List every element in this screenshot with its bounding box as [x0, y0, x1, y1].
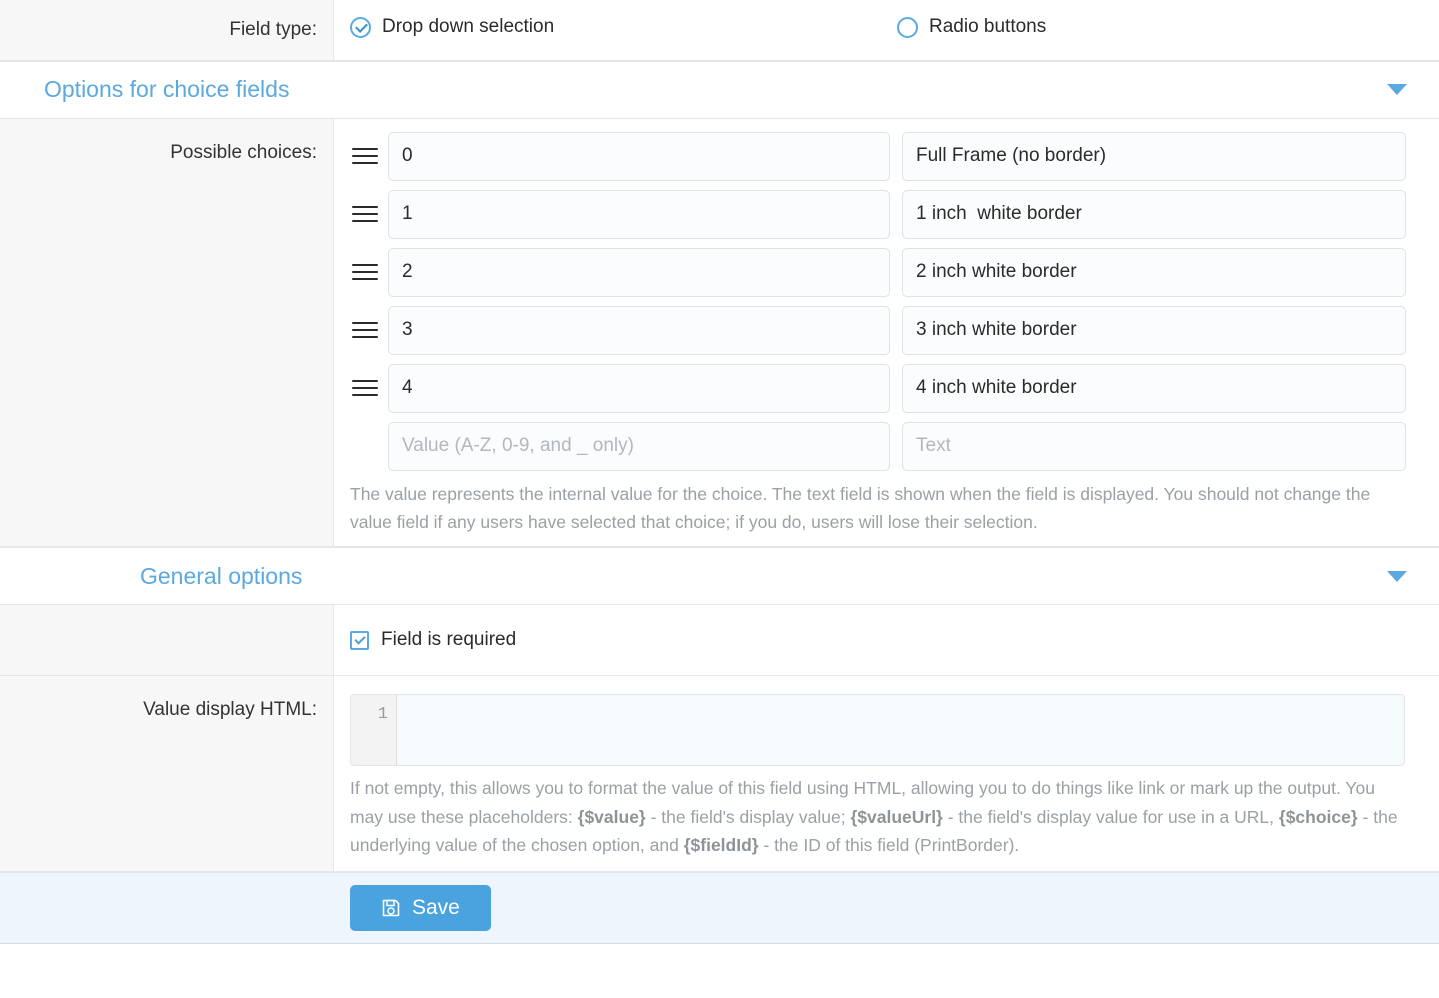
footer-actions: Save	[334, 885, 1439, 932]
choice-row-new	[350, 421, 1406, 471]
section-title-general-options: General options	[140, 562, 303, 589]
value-display-html-editor[interactable]: 1	[350, 694, 1405, 767]
choice-text-input[interactable]	[902, 131, 1406, 181]
footer-spacer	[0, 873, 334, 943]
drag-handle-icon[interactable]	[350, 380, 378, 397]
possible-choices-field: The value represents the internal value …	[334, 118, 1439, 547]
field-type-option-radio[interactable]: Radio buttons	[897, 16, 1046, 38]
field-required-spacer	[0, 605, 334, 676]
floppy-disk-icon	[381, 898, 401, 918]
choice-row	[350, 131, 1406, 181]
placeholder-token: {$value}	[577, 806, 646, 827]
save-button-label: Save	[412, 896, 460, 920]
choice-value-input[interactable]	[388, 189, 890, 239]
help-text-fragment: - the field's display value;	[645, 806, 851, 827]
radio-unchecked-icon[interactable]	[897, 16, 918, 38]
choice-value-input[interactable]	[388, 131, 890, 181]
choice-value-input[interactable]	[388, 247, 890, 297]
field-type-label: Field type:	[0, 0, 334, 60]
field-type-radio-group: Drop down selection Radio buttons	[350, 16, 1405, 38]
value-display-html-row: Value display HTML: 1 If not empty, this…	[0, 676, 1439, 873]
checkbox-checked-icon[interactable]	[350, 630, 369, 650]
possible-choices-help: The value represents the internal value …	[350, 483, 1371, 533]
value-display-html-label: Value display HTML:	[0, 676, 334, 872]
choice-text-input[interactable]	[902, 189, 1406, 239]
field-required-checkbox[interactable]: Field is required	[350, 629, 1405, 651]
radio-checked-icon[interactable]	[350, 16, 371, 38]
field-type-options: Drop down selection Radio buttons	[334, 0, 1439, 60]
possible-choices-row: Possible choices: 0 Full Frame (no borde…	[0, 118, 1439, 548]
placeholder-token: {$choice}	[1278, 806, 1358, 827]
code-input-area[interactable]	[397, 695, 1404, 766]
choice-text-input[interactable]	[902, 247, 1406, 297]
code-line-number: 1	[351, 695, 397, 766]
new-choice-value-input[interactable]	[388, 421, 890, 471]
drag-handle-icon[interactable]	[350, 148, 378, 165]
form-footer: Save	[0, 872, 1439, 945]
section-header-choice-fields[interactable]: Options for choice fields	[0, 60, 1439, 119]
new-choice-text-input[interactable]	[902, 421, 1406, 471]
field-settings-form: Field type: Drop down selection Radio bu…	[0, 0, 1439, 998]
possible-choices-label: Possible choices:	[0, 118, 334, 547]
help-text-fragment: - the field's display value for use in a…	[942, 806, 1279, 827]
choice-row	[350, 189, 1406, 239]
field-type-row: Field type: Drop down selection Radio bu…	[0, 0, 1439, 61]
section-header-general-options[interactable]: General options	[0, 547, 1439, 606]
value-display-html-help: If not empty, this allows you to format …	[350, 774, 1405, 859]
placeholder-token: {$fieldId}	[683, 835, 759, 856]
choice-row	[350, 305, 1406, 355]
choice-row	[350, 363, 1406, 413]
help-text-fragment: - the ID of this field (PrintBorder).	[758, 835, 1020, 856]
chevron-down-icon[interactable]	[1387, 570, 1407, 582]
choice-value-input[interactable]	[388, 305, 890, 355]
field-required-label: Field is required	[381, 629, 517, 651]
bottom-strip	[0, 944, 1439, 952]
choice-value-input[interactable]	[388, 363, 890, 413]
field-type-option-radio-label: Radio buttons	[929, 16, 1047, 37]
drag-handle-icon[interactable]	[350, 322, 378, 339]
field-required-row: Field is required	[0, 605, 1439, 677]
drag-handle-icon[interactable]	[350, 206, 378, 223]
choice-row	[350, 247, 1406, 297]
section-title-choice-fields: Options for choice fields	[44, 76, 290, 103]
placeholder-token: {$valueUrl}	[850, 806, 943, 827]
drag-handle-icon[interactable]	[350, 264, 378, 281]
choice-text-input[interactable]	[902, 363, 1406, 413]
value-display-html-field: 1 If not empty, this allows you to forma…	[334, 676, 1439, 872]
choice-text-input[interactable]	[902, 305, 1406, 355]
field-required-field: Field is required	[334, 605, 1439, 676]
chevron-down-icon[interactable]	[1387, 84, 1407, 96]
save-button[interactable]: Save	[350, 885, 491, 932]
field-type-option-dropdown[interactable]: Drop down selection	[350, 16, 897, 38]
field-type-option-dropdown-label: Drop down selection	[382, 16, 555, 37]
